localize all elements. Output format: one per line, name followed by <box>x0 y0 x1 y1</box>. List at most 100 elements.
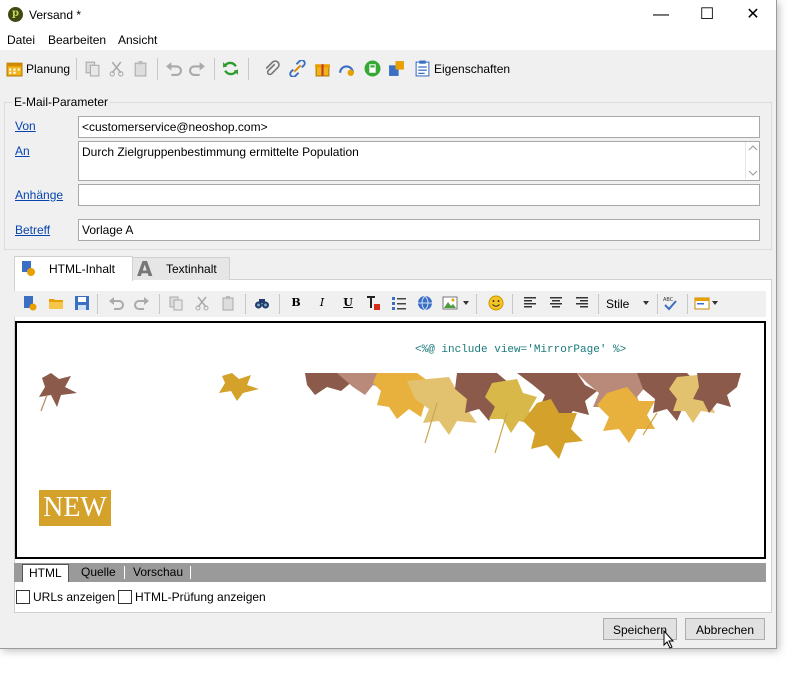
mouse-cursor-icon <box>663 630 675 649</box>
mode-tab-quelle[interactable]: Quelle <box>75 564 122 581</box>
mode-separator <box>124 566 125 579</box>
chevron-down-icon[interactable] <box>710 295 720 311</box>
italic-button[interactable]: I <box>314 295 330 311</box>
an-field-scrollbar[interactable] <box>745 142 760 179</box>
svg-text:ABC: ABC <box>663 297 674 303</box>
urls-checkbox[interactable] <box>16 590 30 604</box>
cut-icon[interactable] <box>108 60 125 77</box>
anhaenge-field[interactable] <box>78 184 760 206</box>
redo-icon[interactable] <box>189 60 206 77</box>
editor-separator <box>159 294 160 314</box>
align-left-icon[interactable] <box>522 295 538 311</box>
spellcheck-icon[interactable]: ABC <box>662 295 678 311</box>
bold-button[interactable]: B <box>288 295 304 311</box>
editor-separator <box>476 294 477 314</box>
html-editor-canvas[interactable]: <%@ include view='MirrorPage' %> NEW <box>15 321 766 559</box>
open-folder-icon[interactable] <box>48 295 64 311</box>
copy-icon[interactable] <box>84 60 101 77</box>
properties-icon[interactable] <box>414 60 431 77</box>
scroll-arrows-icon <box>748 145 758 176</box>
editor-separator <box>279 294 280 314</box>
html-check-checkbox-label: HTML-Prüfung anzeigen <box>135 590 266 604</box>
editor-mode-bar: HTML Quelle Vorschau <box>14 563 766 582</box>
tracking-icon[interactable] <box>338 60 355 77</box>
align-center-icon[interactable] <box>548 295 564 311</box>
redo-icon[interactable] <box>134 295 150 311</box>
html-content-icon <box>22 261 35 276</box>
new-badge: NEW <box>39 490 111 526</box>
tab-text-label: Textinhalt <box>166 262 217 276</box>
an-link[interactable]: An <box>15 144 30 158</box>
main-toolbar: Planung Eigenschaften <box>0 54 776 84</box>
planung-button[interactable]: Planung <box>26 62 70 76</box>
minimize-button[interactable]: — <box>638 0 684 30</box>
gift-icon[interactable] <box>314 60 331 77</box>
mode-tab-html[interactable]: HTML <box>22 564 69 582</box>
an-field-value: Durch Zielgruppenbestimmung ermittelte P… <box>82 145 359 159</box>
calendar-icon[interactable] <box>6 60 23 77</box>
emoji-icon[interactable] <box>488 295 504 311</box>
styles-dropdown[interactable]: Stile <box>606 297 629 311</box>
tab-textinhalt[interactable]: A Textinhalt <box>132 257 230 281</box>
html-check-checkbox[interactable] <box>118 590 132 604</box>
delivery-window: p Versand * — ☐ ✕ Datei Bearbeiten Ansic… <box>0 0 777 649</box>
von-link[interactable]: Von <box>15 119 36 133</box>
underline-button[interactable]: U <box>340 295 356 311</box>
new-document-icon[interactable] <box>22 295 38 311</box>
tab-html-inhalt[interactable]: HTML-Inhalt <box>14 256 133 281</box>
menu-ansicht[interactable]: Ansicht <box>118 33 157 47</box>
save-icon[interactable] <box>74 295 90 311</box>
editor-separator <box>657 294 658 314</box>
cut-icon[interactable] <box>194 295 210 311</box>
attachment-icon[interactable] <box>263 60 280 77</box>
undo-icon[interactable] <box>165 60 182 77</box>
editor-toolbar: B I U Stile ABC <box>14 291 766 317</box>
menu-datei[interactable]: Datei <box>7 33 35 47</box>
calculator-icon[interactable] <box>364 60 381 77</box>
menu-bar: Datei Bearbeiten Ansicht <box>0 30 776 50</box>
mode-tab-vorschau[interactable]: Vorschau <box>127 564 189 581</box>
align-right-icon[interactable] <box>574 295 590 311</box>
eigenschaften-button[interactable]: Eigenschaften <box>434 62 510 76</box>
editor-separator <box>245 294 246 314</box>
find-icon[interactable] <box>254 295 270 311</box>
app-icon: p <box>8 7 23 22</box>
betreff-link[interactable]: Betreff <box>15 223 50 237</box>
chevron-down-icon[interactable] <box>461 295 471 311</box>
mode-separator <box>190 566 191 579</box>
delivery-preview-icon[interactable] <box>388 60 405 77</box>
cancel-button[interactable]: Abbrechen <box>685 618 765 640</box>
paste-icon[interactable] <box>132 60 149 77</box>
undo-icon[interactable] <box>108 295 124 311</box>
insert-image-icon[interactable] <box>442 295 458 311</box>
editor-separator <box>687 294 688 314</box>
refresh-icon[interactable] <box>222 60 239 77</box>
chevron-down-icon[interactable] <box>641 295 651 311</box>
autumn-leaves-banner <box>39 373 741 459</box>
personalization-icon[interactable] <box>694 295 710 311</box>
editor-separator <box>598 294 599 314</box>
copy-icon[interactable] <box>168 295 184 311</box>
include-code: <%@ include view='MirrorPage' %> <box>415 344 627 356</box>
editor-separator <box>512 294 513 314</box>
close-button[interactable]: ✕ <box>730 0 776 30</box>
maximize-button[interactable]: ☐ <box>684 0 730 30</box>
tab-html-label: HTML-Inhalt <box>49 262 116 276</box>
insert-link-icon[interactable] <box>417 295 433 311</box>
window-title: Versand * <box>29 8 82 22</box>
toolbar-separator <box>248 58 249 80</box>
paste-icon[interactable] <box>220 295 236 311</box>
toolbar-separator <box>76 58 77 80</box>
betreff-field[interactable]: Vorlage A <box>78 219 760 241</box>
menu-bearbeiten[interactable]: Bearbeiten <box>48 33 106 47</box>
an-field[interactable]: Durch Zielgruppenbestimmung ermittelte P… <box>78 141 760 181</box>
link-icon[interactable] <box>289 60 306 77</box>
bullet-list-icon[interactable] <box>391 295 407 311</box>
von-field[interactable]: <customerservice@neoshop.com> <box>78 116 760 138</box>
toolbar-separator <box>214 58 215 80</box>
text-content-icon: A <box>137 257 153 281</box>
title-bar: p Versand * — ☐ ✕ <box>0 0 776 30</box>
text-color-icon[interactable] <box>365 295 381 311</box>
anhaenge-link[interactable]: Anhänge <box>15 188 63 202</box>
email-parameters-legend: E-Mail-Parameter <box>12 95 111 109</box>
